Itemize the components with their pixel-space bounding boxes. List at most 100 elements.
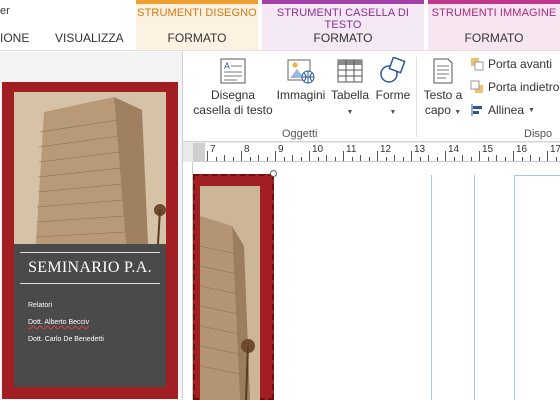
ruler-major-tick xyxy=(479,151,480,161)
send-backward-icon xyxy=(470,80,483,93)
shapes-label: Forme xyxy=(375,88,411,102)
ruler-minor-tick xyxy=(300,157,302,161)
ruler-minor-tick xyxy=(402,157,404,161)
tab-formato-disegno[interactable]: FORMATO xyxy=(136,31,258,45)
ruler-minor-tick xyxy=(360,155,361,161)
vertical-ruler[interactable] xyxy=(183,162,193,400)
ruler-major-tick xyxy=(377,151,378,161)
ruler-minor-tick xyxy=(436,157,438,161)
tab-visualizzazione-fragment[interactable]: IONE xyxy=(0,31,29,45)
ruler-major-tick xyxy=(309,151,310,161)
send-backward-button[interactable]: Porta indietro xyxy=(470,80,559,94)
ruler-number: 7 xyxy=(210,144,216,155)
tab-formato-immagine[interactable]: FORMATO xyxy=(428,31,560,45)
thumbnail-content: SEMINARIO P.A. Relatori Dott. Alberto Be… xyxy=(14,92,166,387)
image-tools-caption: STRUMENTI IMMAGINE xyxy=(431,7,557,19)
image-tools-context: STRUMENTI IMMAGINE FORMATO xyxy=(428,0,560,50)
building-photo-on-page[interactable] xyxy=(200,186,260,400)
table-dropdown-icon: ▼ xyxy=(346,109,354,116)
ruler-minor-tick xyxy=(258,155,259,161)
ruler-minor-tick xyxy=(462,155,463,161)
ruler-minor-tick xyxy=(292,155,293,161)
shapes-button[interactable]: Forme ▼ xyxy=(373,57,413,120)
shapes-dropdown-icon: ▼ xyxy=(389,109,397,116)
ruler-major-tick xyxy=(343,151,344,161)
ruler-minor-tick xyxy=(224,155,225,161)
table-button[interactable]: Tabella ▼ xyxy=(330,57,370,120)
align-dropdown-icon: ▼ xyxy=(528,106,535,114)
group-arrange-label: Dispo xyxy=(524,128,553,140)
ruler-number: 10 xyxy=(312,144,324,155)
ribbon-tab-bar: er IONE VISUALIZZA STRUMENTI DISEGNO FOR… xyxy=(0,0,560,50)
table-label: Tabella xyxy=(330,88,370,102)
wrap-text-button[interactable]: Testo a capo ▼ xyxy=(421,57,465,120)
ruler-minor-tick xyxy=(419,157,421,161)
ruler-minor-tick xyxy=(266,157,268,161)
ruler-number: 11 xyxy=(346,144,357,155)
window-title-fragment: er xyxy=(0,5,10,17)
group-objects-label: Oggetti xyxy=(282,128,318,140)
ruler-minor-tick xyxy=(453,157,455,161)
thumbnail-photo xyxy=(14,92,166,244)
bring-forward-icon xyxy=(471,58,484,71)
wrap-text-dropdown-icon: ▼ xyxy=(454,109,462,116)
wrap-text-icon xyxy=(433,58,453,84)
ruler-minor-tick xyxy=(394,155,395,161)
ruler-minor-tick xyxy=(538,157,540,161)
page-thumbnail[interactable]: SEMINARIO P.A. Relatori Dott. Alberto Be… xyxy=(2,82,178,399)
wrap-text-label-2: capo xyxy=(424,103,451,117)
wrap-text-label-1: Testo a xyxy=(423,88,463,102)
drawing-tools-context: STRUMENTI DISEGNO FORMATO xyxy=(136,0,258,50)
ruler-major-tick xyxy=(275,151,276,161)
textbox-tools-context: STRUMENTI CASELLA DI TESTO FORMATO xyxy=(262,0,424,50)
bring-forward-label: Porta avanti xyxy=(488,57,553,71)
drawing-tools-caption: STRUMENTI DISEGNO xyxy=(137,7,257,19)
ruler-minor-tick xyxy=(368,157,370,161)
images-button[interactable]: Immagini xyxy=(274,57,328,103)
ruler-major-tick xyxy=(207,151,208,161)
ruler-minor-tick xyxy=(555,157,557,161)
ruler-minor-tick xyxy=(334,157,336,161)
ruler-minor-tick xyxy=(283,157,285,161)
speaker-1: Dott. Alberto Becciv xyxy=(28,319,90,326)
ruler-minor-tick xyxy=(496,155,497,161)
building-image xyxy=(200,186,260,400)
horizontal-ruler[interactable]: 7 8 9 10 11 12 13 14 15 16 17 xyxy=(193,143,560,162)
ruler-margin xyxy=(193,143,205,162)
relatori-label: Relatori xyxy=(28,302,53,309)
ruler-number: 12 xyxy=(380,144,392,155)
ruler-minor-tick xyxy=(232,157,234,161)
bring-forward-button[interactable]: Porta avanti xyxy=(470,57,552,71)
ruler-minor-tick xyxy=(317,157,319,161)
ruler-minor-tick xyxy=(249,157,251,161)
tab-visualizza[interactable]: VISUALIZZA xyxy=(55,31,124,45)
align-button[interactable]: Allinea ▼ xyxy=(470,103,535,117)
tab-formato-casella[interactable]: FORMATO xyxy=(262,31,424,45)
ruler-minor-tick xyxy=(428,155,429,161)
rotate-handle[interactable] xyxy=(270,170,277,177)
images-label: Immagini xyxy=(276,88,326,102)
ruler-major-tick xyxy=(547,151,548,161)
ruler-major-tick xyxy=(411,151,412,161)
layout-guide xyxy=(431,175,432,400)
ruler-number: 17 xyxy=(550,144,560,155)
ruler-number: 8 xyxy=(244,144,250,155)
building-image xyxy=(14,92,166,244)
images-icon xyxy=(287,59,315,84)
ruler-minor-tick xyxy=(521,157,523,161)
ruler-minor-tick xyxy=(326,155,327,161)
draw-text-box-button[interactable]: A Disegna casella di testo xyxy=(193,57,273,118)
speaker-2: Dott. Carlo De Benedetti xyxy=(28,336,104,343)
layout-guide xyxy=(514,175,515,400)
ruler-number: 16 xyxy=(516,144,528,155)
ruler-minor-tick xyxy=(215,157,217,161)
ruler-number: 9 xyxy=(278,144,284,155)
ruler-minor-tick xyxy=(530,155,531,161)
send-backward-label: Porta indietro xyxy=(488,80,560,94)
layout-guide xyxy=(474,175,475,400)
ruler-minor-tick xyxy=(470,157,472,161)
ruler-minor-tick xyxy=(504,157,506,161)
svg-text:A: A xyxy=(224,61,230,71)
ruler-major-tick xyxy=(513,151,514,161)
draw-text-box-label-2: casella di testo xyxy=(193,103,273,117)
